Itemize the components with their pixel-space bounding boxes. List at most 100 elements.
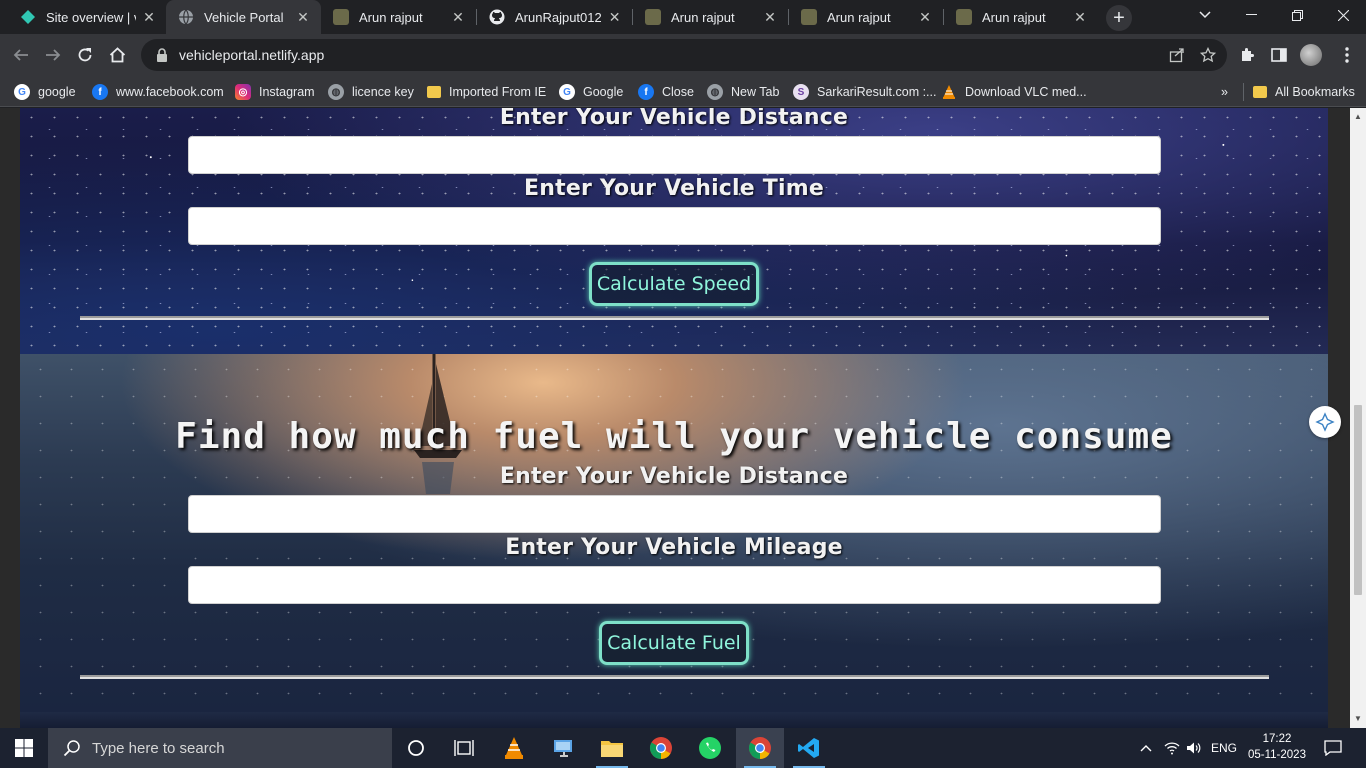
notification-icon[interactable] — [1318, 728, 1348, 768]
home-button[interactable] — [102, 40, 132, 70]
bookmark-label: Download VLC med... — [965, 85, 1087, 99]
new-tab-button[interactable]: + — [1106, 5, 1132, 31]
share-icon[interactable] — [1167, 45, 1187, 65]
tab-search-chevron-icon[interactable] — [1182, 0, 1228, 30]
chrome-active-taskbar-icon[interactable] — [736, 728, 784, 768]
bookmark-label: New Tab — [731, 85, 780, 99]
bookmark-instagram[interactable]: ◎ Instagram — [235, 81, 315, 103]
bookmark-label: google — [38, 85, 76, 99]
minimize-button[interactable] — [1228, 0, 1274, 30]
vlc-taskbar-icon[interactable] — [490, 728, 538, 768]
tab-arun-rajput-2[interactable]: Arun rajput ✕ — [633, 0, 788, 34]
task-view-icon[interactable] — [440, 728, 488, 768]
tab-label: Site overview | ve — [46, 9, 136, 25]
vscode-taskbar-icon[interactable] — [785, 728, 833, 768]
globe-icon: ◍ — [707, 84, 723, 100]
chrome-taskbar-icon[interactable] — [637, 728, 685, 768]
bookmark-star-icon[interactable] — [1198, 45, 1218, 65]
language-indicator[interactable]: ENG — [1208, 728, 1240, 768]
menu-kebab-icon[interactable] — [1332, 40, 1362, 70]
bookmark-facebook[interactable]: f www.facebook.com — [92, 81, 224, 103]
tab-label: Arun rajput — [827, 9, 891, 25]
calculate-fuel-button[interactable]: Calculate Fuel — [599, 621, 749, 665]
bookmark-imported-from-ie[interactable]: Imported From IE — [427, 81, 546, 103]
profile-avatar[interactable] — [1300, 44, 1322, 66]
forward-button[interactable] — [38, 40, 68, 70]
back-button[interactable] — [6, 40, 36, 70]
image-icon — [956, 9, 972, 25]
section-divider — [80, 316, 1269, 320]
network-icon[interactable] — [1162, 728, 1182, 768]
fuel-section: Find how much fuel will your vehicle con… — [20, 354, 1328, 712]
image-icon — [801, 9, 817, 25]
bookmark-licence-key[interactable]: ◍ licence key — [328, 81, 414, 103]
scroll-up-arrow-icon[interactable]: ▲ — [1354, 112, 1362, 121]
speed-distance-input[interactable] — [188, 136, 1161, 174]
bookmark-label: www.facebook.com — [116, 85, 224, 99]
cortana-icon[interactable] — [392, 728, 440, 768]
bookmarks-bar: G google f www.facebook.com ◎ Instagram … — [0, 77, 1366, 107]
tab-site-overview[interactable]: Site overview | ve ✕ — [8, 0, 166, 34]
scroll-down-arrow-icon[interactable]: ▼ — [1354, 714, 1362, 723]
fuel-distance-input[interactable] — [188, 495, 1161, 533]
bookmark-label: SarkariResult.com :... — [817, 85, 937, 99]
extensions-icon[interactable] — [1232, 40, 1262, 70]
bookmarks-overflow-chevron-icon[interactable]: » — [1221, 81, 1228, 103]
taskbar-clock[interactable]: 17:22 05-11-2023 — [1245, 731, 1309, 763]
computer-taskbar-icon[interactable] — [540, 728, 588, 768]
image-icon — [333, 9, 349, 25]
tray-overflow-chevron-icon[interactable] — [1136, 728, 1156, 768]
whatsapp-taskbar-icon[interactable] — [686, 728, 734, 768]
bookmark-new-tab[interactable]: ◍ New Tab — [707, 81, 779, 103]
windows-taskbar: Type here to search ENG 17:22 05-11-2023 — [0, 728, 1366, 768]
folder-icon — [427, 86, 441, 98]
windows-start-icon[interactable] — [0, 728, 48, 768]
google-icon: G — [559, 84, 575, 100]
vlc-icon — [941, 84, 957, 100]
all-bookmarks-label: All Bookmarks — [1275, 85, 1355, 99]
netlify-icon — [20, 9, 36, 25]
bookmark-label: Imported From IE — [449, 85, 547, 99]
bookmark-google[interactable]: G google — [14, 81, 76, 103]
close-icon[interactable]: ✕ — [917, 9, 933, 25]
side-panel-icon[interactable] — [1264, 40, 1294, 70]
bookmark-label: Close — [662, 85, 694, 99]
clock-time: 17:22 — [1262, 733, 1292, 745]
browser-toolbar: vehicleportal.netlify.app — [0, 34, 1366, 77]
bookmark-vlc[interactable]: Download VLC med... — [941, 81, 1087, 103]
scrollbar-thumb[interactable] — [1354, 405, 1362, 595]
assistant-floating-icon[interactable] — [1309, 406, 1341, 438]
close-icon[interactable]: ✕ — [450, 9, 466, 25]
speed-time-label: Enter Your Vehicle Time — [524, 176, 824, 201]
bookmark-close[interactable]: f Close — [638, 81, 694, 103]
lock-icon[interactable] — [155, 47, 169, 63]
address-bar[interactable]: vehicleportal.netlify.app — [141, 39, 1227, 71]
taskbar-search-box[interactable]: Type here to search — [48, 728, 392, 768]
fuel-mileage-input[interactable] — [188, 566, 1161, 604]
tab-arun-rajput-3[interactable]: Arun rajput ✕ — [789, 0, 943, 34]
close-icon[interactable]: ✕ — [295, 9, 311, 25]
bookmark-label: licence key — [352, 85, 414, 99]
page-scrollbar[interactable]: ▲ ▼ — [1350, 108, 1366, 728]
bookmark-sarkariresult[interactable]: S SarkariResult.com :... — [793, 81, 936, 103]
bookmark-google-2[interactable]: G Google — [559, 81, 623, 103]
calculate-speed-button[interactable]: Calculate Speed — [589, 262, 759, 306]
close-icon[interactable]: ✕ — [142, 9, 156, 25]
close-window-button[interactable] — [1320, 0, 1366, 30]
bookmarks-divider — [1243, 83, 1244, 101]
restore-button[interactable] — [1274, 0, 1320, 30]
url-text: vehicleportal.netlify.app — [179, 47, 325, 63]
bookmark-label: Google — [583, 85, 624, 99]
file-explorer-icon[interactable] — [588, 728, 636, 768]
close-icon[interactable]: ✕ — [607, 9, 622, 25]
all-bookmarks[interactable]: All Bookmarks — [1253, 81, 1355, 103]
close-icon[interactable]: ✕ — [1072, 9, 1088, 25]
tab-arun-rajput-4[interactable]: Arun rajput ✕ — [944, 0, 1098, 34]
close-icon[interactable]: ✕ — [762, 9, 778, 25]
tab-vehicle-portal[interactable]: Vehicle Portal ✕ — [166, 0, 321, 34]
tab-github[interactable]: ArunRajput0129 ✕ — [477, 0, 632, 34]
volume-icon[interactable] — [1184, 728, 1204, 768]
speed-time-input[interactable] — [188, 207, 1161, 245]
tab-arun-rajput-1[interactable]: Arun rajput ✕ — [321, 0, 476, 34]
reload-button[interactable] — [70, 40, 100, 70]
